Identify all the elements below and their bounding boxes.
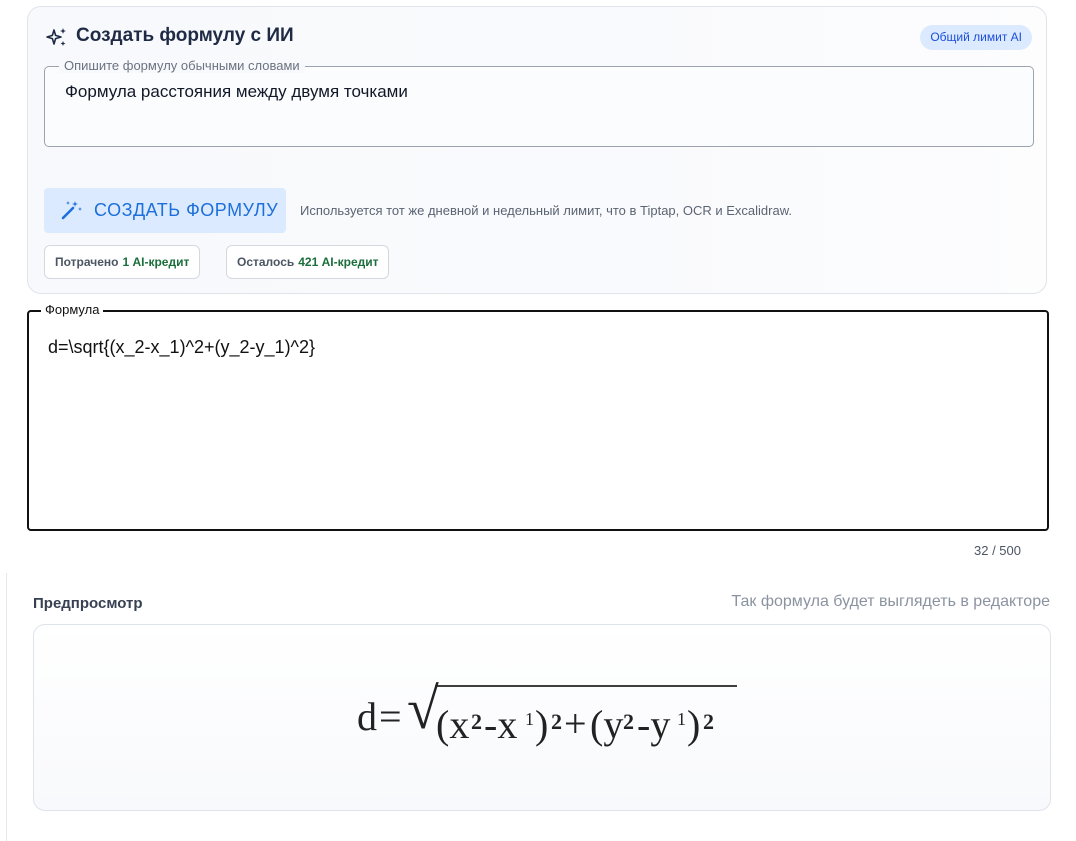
term-sub-y2: 2 — [623, 709, 634, 734]
ai-formula-card: Создать формулу с ИИ Общий лимит AI Опиш… — [27, 6, 1047, 294]
term-sup-2: 2 — [703, 709, 714, 734]
radical-bar — [435, 685, 737, 687]
term-minus-y: -y — [637, 702, 671, 747]
credits-remaining-chip: Осталось 421 AI-кредит — [226, 245, 390, 279]
credits-spent-value: 1 AI-кредит — [122, 255, 190, 269]
term-sub-y1: 1 — [677, 709, 686, 729]
formula-plus: + — [564, 701, 587, 746]
prompt-textarea[interactable]: Опишите формулу обычными словами Формула… — [44, 58, 1034, 147]
credits-remaining-value: 421 AI-кредит — [298, 255, 379, 269]
limit-note: Используется тот же дневной и недельный … — [300, 203, 793, 218]
term-close-1: ) — [535, 702, 549, 747]
prompt-field-label: Опишите формулу обычными словами — [59, 58, 305, 73]
prompt-value[interactable]: Формула расстояния между двумя точками — [65, 82, 408, 102]
formula-field-label: Формула — [41, 302, 104, 317]
term-sup-1: 2 — [551, 709, 562, 734]
term-close-2: ) — [687, 702, 701, 747]
ai-panel-title: Создать формулу с ИИ — [76, 25, 294, 46]
formula-lhs: d — [357, 694, 377, 739]
credits-spent-chip: Потрачено 1 AI-кредит — [44, 245, 201, 279]
term-open-x: (x — [436, 702, 470, 747]
preview-label: Предпросмотр — [33, 595, 143, 612]
shared-limit-badge: Общий лимит AI — [920, 25, 1032, 50]
term-open-y: (y — [590, 702, 624, 747]
preview-hint: Так формула будет выглядеть в редакторе — [731, 593, 1050, 610]
term-sub-x1: 1 — [525, 709, 534, 729]
formula-value[interactable]: d=\sqrt{(x_2-x_1)^2+(y_2-y_1)^2} — [48, 337, 315, 358]
term-sub-x2: 2 — [471, 709, 482, 734]
credits-remaining-label: Осталось — [237, 255, 295, 269]
character-counter: 32 / 500 — [974, 543, 1021, 558]
formula-textarea[interactable]: Формула d=\sqrt{(x_2-x_1)^2+(y_2-y_1)^2} — [27, 302, 1049, 531]
divider — [6, 573, 7, 841]
sparkles-icon — [46, 28, 66, 46]
magic-wand-icon — [61, 201, 82, 220]
formula-equals: = — [379, 694, 402, 739]
term-minus-x: -x — [484, 702, 518, 747]
credits-spent-label: Потрачено — [55, 255, 119, 269]
generate-formula-label: СОЗДАТЬ ФОРМУЛУ — [94, 200, 279, 220]
formula-preview: d = √ (x 2 -x 1 ) 2 + (y 2 -y 1 ) 2 — [33, 624, 1051, 811]
rendered-formula: d = √ (x 2 -x 1 ) 2 + (y 2 -y 1 ) 2 — [357, 669, 737, 759]
generate-formula-button[interactable]: СОЗДАТЬ ФОРМУЛУ — [44, 188, 286, 233]
